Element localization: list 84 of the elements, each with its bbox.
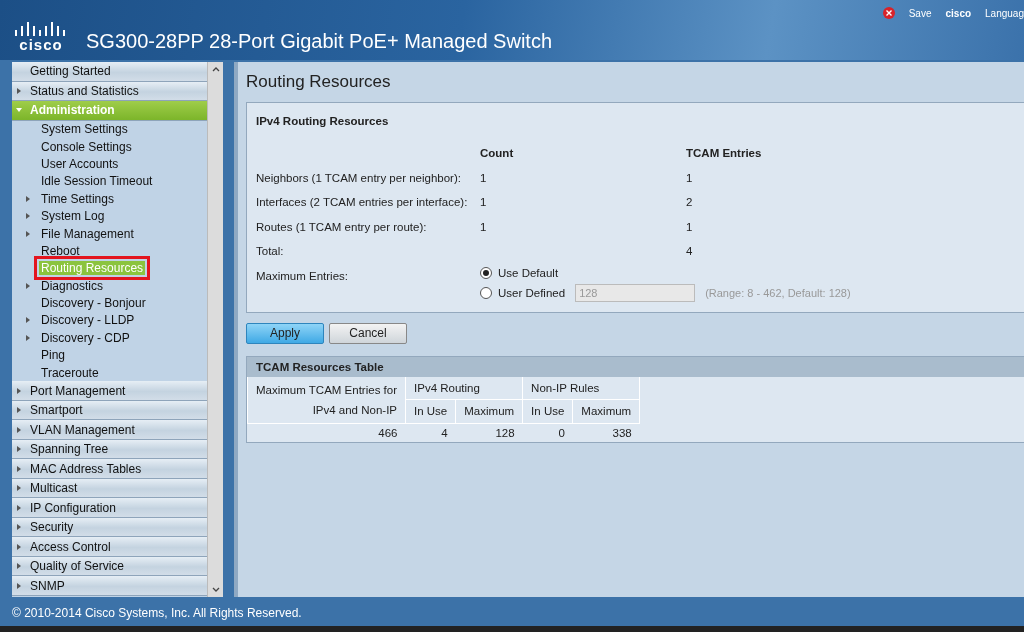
- header-link[interactable]: Save: [908, 7, 932, 19]
- scrollbar[interactable]: [207, 62, 223, 597]
- submenu-item[interactable]: Ping: [39, 348, 68, 363]
- row-label: Neighbors (1 TCAM entry per neighbor):: [256, 170, 462, 186]
- copyright-text: © 2010-2014 Cisco Systems, Inc. All Rights Reserved.: [12, 606, 302, 620]
- menu-item[interactable]: MAC Address Tables: [12, 459, 207, 479]
- menu-item[interactable]: IP Configuration: [12, 498, 207, 518]
- menu-item[interactable]: VLAN Management: [12, 420, 207, 440]
- menu-item[interactable]: Quality of Service: [12, 556, 207, 577]
- table-cell: 466: [247, 423, 406, 442]
- column-header: Maximum TCAM Entries for IPv4 and Non-IP: [247, 376, 406, 423]
- section-title: IPv4 Routing Resources: [256, 115, 390, 127]
- apply-button[interactable]: Apply: [246, 322, 324, 344]
- table-cell: 4: [405, 423, 456, 442]
- cancel-button[interactable]: Cancel: [329, 322, 407, 344]
- header-link[interactable]: Languag: [985, 7, 1024, 19]
- collapsed-arrow-icon: [25, 230, 31, 237]
- tcam-value: 1: [686, 219, 694, 235]
- submenu-item[interactable]: Reboot: [39, 243, 82, 258]
- collapsed-arrow-icon: [16, 543, 22, 550]
- table-cell: 128: [455, 423, 523, 442]
- count-value: 1: [480, 195, 488, 211]
- collapsed-arrow-icon: [25, 334, 31, 341]
- submenu-item[interactable]: Discovery - LLDP: [39, 313, 137, 328]
- menu-item[interactable]: Getting Started: [12, 62, 207, 82]
- row-label: Maximum Entries:: [256, 268, 350, 284]
- collapsed-arrow-icon: [16, 465, 22, 472]
- collapsed-arrow-icon: [16, 87, 22, 94]
- submenu-item[interactable]: Traceroute: [39, 365, 101, 380]
- menu-item[interactable]: Smartport: [12, 400, 207, 421]
- table-cell: 0: [522, 423, 573, 442]
- table-cell: 338: [572, 423, 640, 442]
- menu-item[interactable]: Security: [12, 517, 207, 538]
- expanded-arrow-icon: [16, 107, 22, 114]
- row-label: Routes (1 TCAM entry per route):: [256, 219, 428, 235]
- table-title: TCAM Resources Table: [247, 356, 1024, 377]
- window-title: SG300-28PP 28-Port Gigabit PoE+ Managed Switch: [86, 30, 552, 52]
- submenu-item[interactable]: System Settings: [39, 122, 130, 137]
- column-header: Non-IP Rules: [522, 376, 640, 400]
- submenu-item[interactable]: Diagnostics: [39, 278, 106, 293]
- range-hint: (Range: 8 - 462, Default: 128): [705, 286, 851, 299]
- collapsed-arrow-icon: [16, 582, 22, 589]
- collapsed-arrow-icon: [25, 317, 31, 324]
- collapsed-arrow-icon: [16, 387, 22, 394]
- collapsed-arrow-icon: [16, 563, 22, 570]
- radio-label: User Defined: [498, 286, 566, 299]
- menu-item[interactable]: Access Control: [12, 537, 207, 557]
- menu-item[interactable]: Spanning Tree: [12, 439, 207, 460]
- submenu-item[interactable]: Discovery - Bonjour: [39, 296, 148, 311]
- close-icon[interactable]: [882, 7, 895, 19]
- collapsed-arrow-icon: [16, 446, 22, 453]
- submenu-item[interactable]: User Accounts: [39, 156, 121, 171]
- collapsed-arrow-icon: [16, 485, 22, 492]
- submenu-item[interactable]: Time Settings: [39, 191, 116, 206]
- submenu-item[interactable]: File Management: [39, 226, 136, 241]
- tcam-value: 1: [686, 170, 694, 186]
- submenu-item[interactable]: System Log: [39, 209, 107, 224]
- header-link[interactable]: cisco: [945, 7, 972, 19]
- count-value: 1: [480, 219, 488, 235]
- collapsed-arrow-icon: [25, 213, 31, 220]
- row-label: Total:: [256, 244, 285, 260]
- tcam-value: 2: [686, 195, 694, 211]
- menu-item[interactable]: Multicast: [12, 478, 207, 499]
- row-label: Interfaces (2 TCAM entries per interface):: [256, 195, 469, 211]
- tcam-value: 4: [686, 244, 694, 260]
- collapsed-arrow-icon: [16, 426, 22, 433]
- collapsed-arrow-icon: [16, 504, 22, 511]
- menu-item[interactable]: SNMP: [12, 576, 207, 596]
- logo-text: cisco: [19, 37, 63, 52]
- menu-item[interactable]: Port Management: [12, 381, 207, 401]
- page-title: Routing Resources: [246, 72, 392, 92]
- column-header: TCAM Entries: [686, 146, 763, 162]
- collapsed-arrow-icon: [25, 195, 31, 202]
- submenu-item[interactable]: Console Settings: [39, 139, 134, 154]
- collapsed-arrow-icon: [16, 524, 22, 531]
- submenu-item[interactable]: Idle Session Timeout: [39, 174, 155, 189]
- menu-item[interactable]: Status and Statistics: [12, 81, 207, 101]
- submenu-item[interactable]: Discovery - CDP: [39, 330, 132, 345]
- collapsed-arrow-icon: [16, 407, 22, 414]
- collapsed-arrow-icon: [25, 282, 31, 289]
- radio-label: Use Default: [498, 266, 559, 279]
- column-header: IPv4 Routing: [405, 376, 523, 400]
- count-value: 1: [480, 170, 488, 186]
- column-header: Count: [480, 146, 515, 162]
